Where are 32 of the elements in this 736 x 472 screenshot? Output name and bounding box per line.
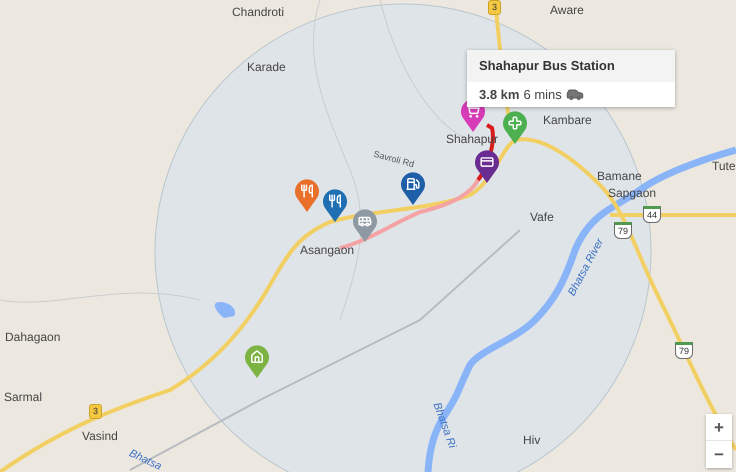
zoom-out-button[interactable]: − — [706, 441, 732, 468]
place-label: Hiv — [523, 434, 540, 446]
popup-title: Shahapur Bus Station — [467, 50, 675, 82]
bus-pin-icon[interactable] — [352, 208, 378, 242]
river-label: Bhatsa Ri — [430, 401, 458, 450]
zoom-in-button[interactable]: + — [706, 414, 732, 441]
road-shield: 3 — [89, 404, 102, 419]
road-shield: 3 — [488, 0, 502, 15]
road-shield: 44 — [643, 206, 662, 223]
place-label: Karade — [247, 61, 286, 73]
fork-pin-icon[interactable] — [322, 188, 348, 222]
place-label: Chandroti — [232, 6, 284, 18]
fuel-pin-icon[interactable] — [400, 171, 426, 205]
fork-pin-icon[interactable] — [294, 178, 320, 212]
place-label: Aware — [550, 4, 584, 16]
place-label: Vasind — [82, 430, 118, 442]
road-shield: 79 — [675, 342, 694, 359]
house-pin-icon[interactable] — [244, 344, 270, 378]
place-label: Asangaon — [300, 244, 354, 256]
place-label: Vafe — [530, 211, 554, 223]
place-label: Sarmal — [4, 391, 42, 403]
distance-text: 3.8 km — [479, 86, 520, 104]
place-label: Dahagaon — [5, 331, 60, 343]
duration-text: 6 mins — [523, 86, 562, 104]
card-pin-icon[interactable] — [474, 149, 500, 183]
cross-pin-icon[interactable] — [502, 110, 528, 144]
place-label: Sapgaon — [608, 187, 656, 199]
road-label: Savroli Rd — [372, 150, 415, 170]
place-label: Bamane — [597, 170, 642, 182]
place-label: Kambare — [543, 114, 592, 126]
road-shield: 79 — [614, 222, 632, 239]
place-label: Tute — [712, 160, 736, 172]
